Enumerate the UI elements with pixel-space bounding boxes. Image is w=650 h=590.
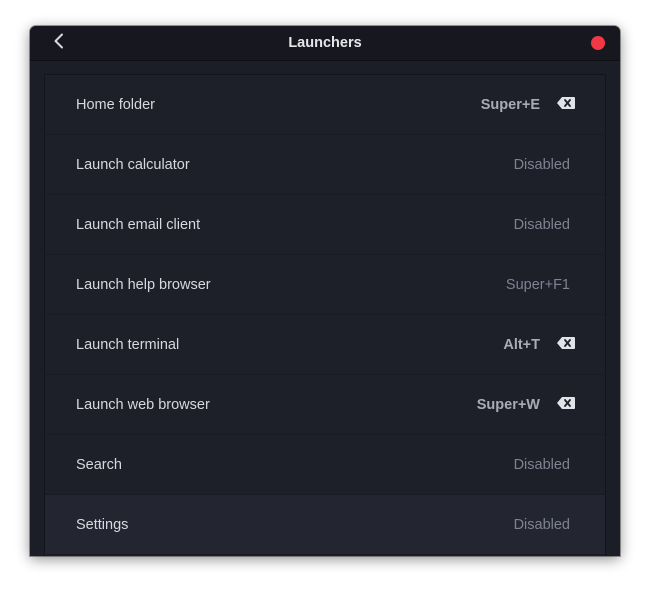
shortcut-label: Launch help browser	[76, 276, 211, 293]
clear-shortcut-button[interactable]	[556, 336, 575, 354]
launchers-window: Launchers Home folder Super+E Launch cal…	[30, 26, 620, 556]
window-title: Launchers	[288, 35, 362, 51]
content-area: Home folder Super+E Launch calculator Di…	[30, 61, 620, 556]
backspace-icon	[556, 336, 575, 354]
clear-shortcut-button[interactable]	[556, 96, 575, 114]
shortcut-accelerator: Disabled	[513, 456, 570, 473]
shortcut-accelerator: Super+W	[476, 396, 540, 413]
shortcut-label: Launch email client	[76, 216, 201, 233]
clear-shortcut-button[interactable]	[556, 396, 575, 414]
shortcut-row-launch-web-browser[interactable]: Launch web browser Super+W	[45, 375, 605, 435]
shortcut-accelerator: Disabled	[513, 516, 570, 533]
shortcut-label: Launch calculator	[76, 156, 190, 173]
shortcut-accelerator: Super+E	[480, 96, 540, 113]
close-button[interactable]	[591, 36, 605, 50]
shortcut-label: Launch terminal	[76, 336, 180, 353]
shortcut-label: Settings	[76, 516, 129, 533]
shortcut-row-launch-email-client[interactable]: Launch email client Disabled	[45, 195, 605, 255]
shortcut-label: Launch web browser	[76, 396, 210, 413]
shortcut-row-home-folder[interactable]: Home folder Super+E	[45, 75, 605, 135]
shortcut-accelerator: Disabled	[513, 216, 570, 233]
shortcut-list: Home folder Super+E Launch calculator Di…	[44, 74, 606, 556]
shortcut-row-settings[interactable]: Settings Disabled	[45, 495, 605, 555]
header-bar: Launchers	[30, 26, 620, 61]
shortcut-label: Home folder	[76, 96, 155, 113]
shortcut-label: Search	[76, 456, 122, 473]
shortcut-row-launch-terminal[interactable]: Launch terminal Alt+T	[45, 315, 605, 375]
shortcut-accelerator: Alt+T	[503, 336, 540, 353]
shortcut-row-launch-calculator[interactable]: Launch calculator Disabled	[45, 135, 605, 195]
shortcut-accelerator: Disabled	[513, 156, 570, 173]
shortcut-accelerator: Super+F1	[505, 276, 570, 293]
backspace-icon	[556, 96, 575, 114]
shortcut-row-launch-help-browser[interactable]: Launch help browser Super+F1	[45, 255, 605, 315]
shortcut-row-search[interactable]: Search Disabled	[45, 435, 605, 495]
backspace-icon	[556, 396, 575, 414]
